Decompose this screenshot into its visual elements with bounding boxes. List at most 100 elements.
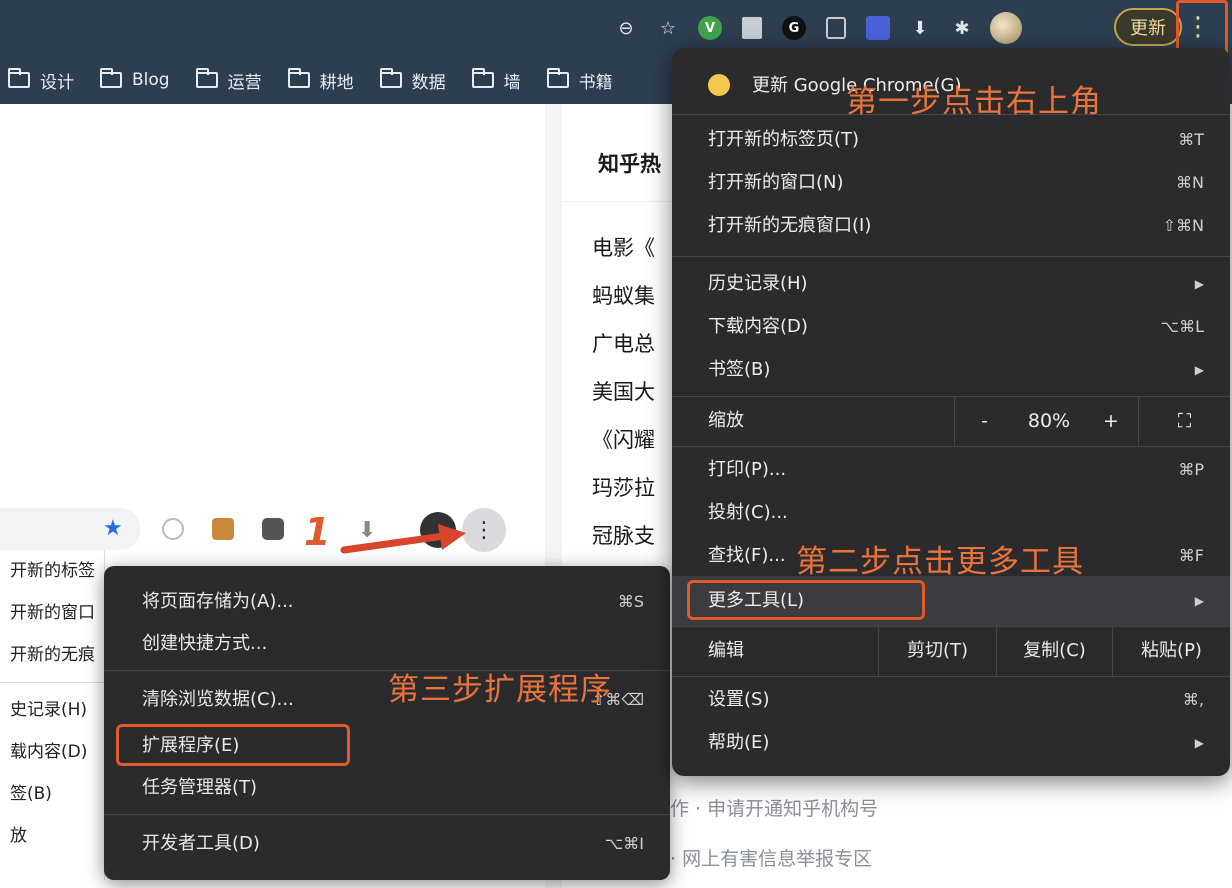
extension-face-icon[interactable] xyxy=(822,14,850,42)
menu-item-history[interactable]: 历史记录(H) xyxy=(708,264,808,304)
footer-links: 作 · 申请开通知乎机构号 · 网上有害信息举报专区 xyxy=(670,794,878,888)
menu-item-task-manager[interactable]: 任务管理器(T) xyxy=(142,768,257,808)
hot-item[interactable]: 冠脉支 xyxy=(592,516,655,564)
folder-icon xyxy=(8,68,30,88)
bookmark-folder-ops[interactable]: 运营 xyxy=(195,68,262,93)
copy-button[interactable]: 复制(C) xyxy=(996,626,1112,676)
hot-item[interactable]: 《闪耀 xyxy=(592,420,655,468)
highlight-box-extensions xyxy=(116,724,350,766)
bookmark-star-filled-icon[interactable]: ★ xyxy=(103,516,123,541)
shortcut-settings: ⌘, xyxy=(1182,690,1204,709)
menu-divider xyxy=(672,676,1230,677)
menu-item-settings[interactable]: 设置(S) xyxy=(708,680,769,720)
bookmark-folder-land[interactable]: 耕地 xyxy=(287,68,354,93)
shortcut-new-tab: ⌘T xyxy=(1178,130,1204,149)
menu-item-dev-tools[interactable]: 开发者工具(D) xyxy=(142,824,260,864)
cut-button[interactable]: 剪切(T) xyxy=(878,626,996,676)
extension-mask-icon[interactable] xyxy=(262,518,284,540)
menu-item-downloads[interactable]: 下载内容(D) xyxy=(708,307,808,347)
menu-item-print[interactable]: 打印(P)... xyxy=(708,450,786,490)
book-icon xyxy=(742,17,762,39)
bookmark-folder-blog[interactable]: Blog xyxy=(100,68,170,90)
extension-g-icon[interactable]: G xyxy=(780,14,808,42)
inner-menu-item[interactable]: 史记录(H) xyxy=(0,689,104,731)
paste-button[interactable]: 粘贴(P) xyxy=(1112,626,1230,676)
inner-menu-item[interactable]: 开新的无痕 xyxy=(0,634,104,676)
menu-item-clear-data[interactable]: 清除浏览数据(C)... xyxy=(142,680,294,720)
footer-link-org[interactable]: 作 · 申请开通知乎机构号 xyxy=(670,794,878,844)
shortcut-dev-tools: ⌥⌘I xyxy=(604,834,644,853)
hot-list: 电影《 蚂蚁集 广电总 美国大 《闪耀 玛莎拉 冠脉支 xyxy=(592,228,655,564)
folder-icon xyxy=(471,68,494,88)
extension-blue-icon[interactable] xyxy=(864,14,892,42)
bookmark-folder-design[interactable]: 设计 xyxy=(8,68,74,93)
menu-item-help[interactable]: 帮助(E) xyxy=(708,723,769,763)
shortcut-downloads: ⌥⌘L xyxy=(1160,317,1204,336)
edit-row: 编辑 剪切(T) 复制(C) 粘贴(P) xyxy=(672,626,1230,676)
folder-icon xyxy=(287,68,310,88)
menu-item-create-shortcut[interactable]: 创建快捷方式... xyxy=(142,624,267,664)
extension-circle-icon[interactable] xyxy=(162,518,184,540)
hot-item[interactable]: 玛莎拉 xyxy=(592,468,655,516)
v-icon: V xyxy=(698,16,722,40)
menu-item-cast[interactable]: 投射(C)... xyxy=(708,493,788,533)
menu-divider xyxy=(672,446,1230,447)
bookmark-folder-books[interactable]: 书籍 xyxy=(546,68,613,93)
update-up-arrow-icon xyxy=(708,74,730,96)
menu-item-incognito[interactable]: 打开新的无痕窗口(I) xyxy=(708,206,871,246)
red-arrow-icon xyxy=(340,524,466,554)
extension-v-icon[interactable]: V xyxy=(696,14,724,42)
zoom-row: 缩放 - 80% + ⛶ xyxy=(672,396,1230,446)
inner-menu-item[interactable]: 放 xyxy=(0,815,104,857)
shortcut-find: ⌘F xyxy=(1178,546,1204,565)
face-icon xyxy=(826,17,846,39)
hot-item[interactable]: 电影《 xyxy=(592,228,655,276)
fullscreen-icon[interactable]: ⛶ xyxy=(1138,396,1230,446)
chrome-main-menu: 更新 Google Chrome(G) 打开新的标签页(T) ⌘T 打开新的窗口… xyxy=(672,48,1230,776)
download-icon[interactable]: ⬇ xyxy=(906,14,934,42)
shortcut-incognito: ⇧⌘N xyxy=(1162,216,1204,235)
zoom-value: 80% xyxy=(1027,410,1071,432)
puzzle-extensions-icon[interactable]: ✱ xyxy=(948,14,976,42)
inner-menu-item[interactable]: 开新的标签 xyxy=(0,550,104,592)
zoom-out-button[interactable]: - xyxy=(954,396,1014,446)
inner-menu-item[interactable]: 签(B) xyxy=(0,773,104,815)
folder-icon xyxy=(546,68,569,88)
bookmark-star-icon[interactable]: ☆ xyxy=(654,14,682,42)
bookmark-label: 运营 xyxy=(227,72,262,93)
zoom-out-icon[interactable]: ⊖ xyxy=(612,14,640,42)
annotation-step2: 第二步点击更多工具 xyxy=(796,544,1084,580)
bookmark-label: 墙 xyxy=(503,72,521,93)
menu-item-bookmarks[interactable]: 书签(B) xyxy=(708,350,770,390)
extension-book-icon[interactable] xyxy=(738,14,766,42)
menu-divider xyxy=(0,682,104,683)
folder-icon xyxy=(379,68,402,88)
update-button[interactable]: 更新 xyxy=(1114,8,1182,46)
edit-label: 编辑 xyxy=(708,640,744,661)
profile-avatar[interactable] xyxy=(990,12,1022,44)
bookmark-folder-data[interactable]: 数据 xyxy=(379,68,446,93)
inner-menu-item[interactable]: 载内容(D) xyxy=(0,731,104,773)
zoom-in-button[interactable]: + xyxy=(1084,396,1138,446)
hot-item[interactable]: 广电总 xyxy=(592,324,655,372)
bookmark-folder-wall[interactable]: 墙 xyxy=(471,68,521,93)
submenu-arrow-icon: ▶ xyxy=(1194,363,1204,377)
annotation-step3: 第三步扩展程序 xyxy=(388,672,612,708)
hot-item[interactable]: 蚂蚁集 xyxy=(592,276,655,324)
menu-divider xyxy=(104,814,670,815)
bookmark-label: 书籍 xyxy=(578,72,613,93)
bookmark-label: 数据 xyxy=(411,72,446,93)
menu-item-find[interactable]: 查找(F)... xyxy=(708,536,786,576)
annotation-step1: 第一步点击右上角 xyxy=(846,84,1102,120)
submenu-arrow-icon: ▶ xyxy=(1194,594,1204,608)
folder-icon xyxy=(195,68,218,88)
menu-item-save-page[interactable]: 将页面存储为(A)... xyxy=(142,582,294,622)
shortcut-print: ⌘P xyxy=(1178,460,1204,479)
extension-fox-icon[interactable] xyxy=(212,518,234,540)
step-number: 1 xyxy=(304,510,331,554)
inner-menu-item[interactable]: 开新的窗口 xyxy=(0,592,104,634)
footer-link-report[interactable]: · 网上有害信息举报专区 xyxy=(670,844,878,888)
hot-item[interactable]: 美国大 xyxy=(592,372,655,420)
menu-item-new-tab[interactable]: 打开新的标签页(T) xyxy=(708,120,859,160)
menu-item-new-window[interactable]: 打开新的窗口(N) xyxy=(708,163,844,203)
